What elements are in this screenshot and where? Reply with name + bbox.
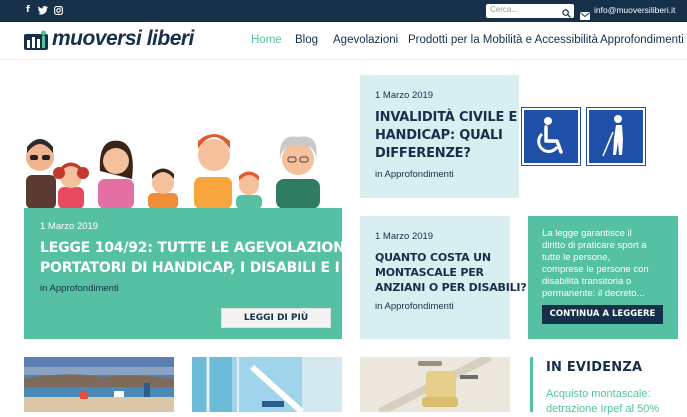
- evidenza-accent-bar: [530, 357, 533, 412]
- hero-date: 1 Marzo 2019: [40, 221, 99, 232]
- instagram-icon[interactable]: [54, 6, 63, 18]
- blind-person-sign-icon: [586, 107, 646, 166]
- logo-icon[interactable]: [24, 30, 48, 50]
- stairlift-thumbnail-image[interactable]: [360, 357, 510, 412]
- nav-blog[interactable]: Blog: [295, 34, 318, 46]
- card3-text-line6: permanente: il decreto...: [542, 288, 645, 299]
- main-header: muoversi liberi Home Blog Agevolazioni P…: [0, 22, 687, 60]
- card2-title-line1[interactable]: QUANTO COSTA UN: [375, 251, 491, 264]
- pool-lift-thumbnail-image[interactable]: [192, 357, 342, 412]
- read-more-button[interactable]: LEGGI DI PIÙ: [221, 308, 331, 328]
- card3-text-line5: disabilità transitoria o: [542, 276, 632, 287]
- nav-prodotti[interactable]: Prodotti per la Mobilità e Accessibilità: [408, 34, 598, 46]
- hero-title-line2[interactable]: PORTATORI DI HANDICAP, I DISABILI E I LO…: [40, 260, 402, 276]
- card3-text-line1: La legge garantisce il: [542, 228, 632, 239]
- evidenza-item-line2[interactable]: detrazione Irpef al 50%: [546, 402, 686, 417]
- twitter-icon[interactable]: [38, 6, 48, 17]
- card1-title-line1[interactable]: INVALIDITÀ CIVILE E: [375, 110, 517, 125]
- hero-family-illustration[interactable]: [24, 75, 342, 209]
- logo-text[interactable]: muoversi liberi: [52, 27, 194, 51]
- card1-date: 1 Marzo 2019: [375, 90, 434, 101]
- card1-title-line3[interactable]: DIFFERENZE?: [375, 146, 471, 161]
- facebook-icon[interactable]: f: [26, 5, 30, 15]
- beach-thumbnail-image[interactable]: [24, 357, 174, 412]
- search-input[interactable]: Cerca...: [486, 4, 574, 18]
- card1-category[interactable]: in Approfondimenti: [375, 169, 454, 180]
- card3-text-line3: tutte le persone,: [542, 252, 611, 263]
- nav-agevolazioni[interactable]: Agevolazioni: [333, 34, 398, 46]
- evidenza-heading: IN EVIDENZA: [546, 360, 643, 375]
- search-icon[interactable]: [562, 5, 571, 18]
- card2-title-line2[interactable]: MONTASCALE PER: [375, 266, 484, 279]
- continue-reading-button[interactable]: CONTINUA A LEGGERE: [542, 305, 663, 324]
- nav-approfondimenti[interactable]: Approfondimenti: [600, 34, 684, 46]
- card2-title-line3[interactable]: ANZIANI O PER DISABILI?: [375, 281, 527, 294]
- hero-category[interactable]: in Approfondimenti: [40, 283, 119, 294]
- nav-home[interactable]: Home: [251, 34, 282, 46]
- top-bar: f Cerca... info@muoversiliberi.it: [0, 0, 687, 22]
- card1-title-line2[interactable]: HANDICAP: QUALI: [375, 128, 503, 143]
- card2-date: 1 Marzo 2019: [375, 231, 434, 242]
- card2-category[interactable]: in Approfondimenti: [375, 301, 454, 312]
- wheelchair-sign-icon: [521, 107, 581, 166]
- contact-email[interactable]: info@muoversiliberi.it: [594, 5, 675, 15]
- evidenza-item-line1[interactable]: Acquisto montascale:: [546, 387, 686, 402]
- card3-text-line2: diritto di praticare sport a: [542, 240, 647, 251]
- search-placeholder: Cerca...: [490, 5, 519, 14]
- hero-title-line1[interactable]: LEGGE 104/92: TUTTE LE AGEVOLAZIONI PER …: [40, 240, 394, 256]
- card3-text-line4: comprese le persone con: [542, 264, 649, 275]
